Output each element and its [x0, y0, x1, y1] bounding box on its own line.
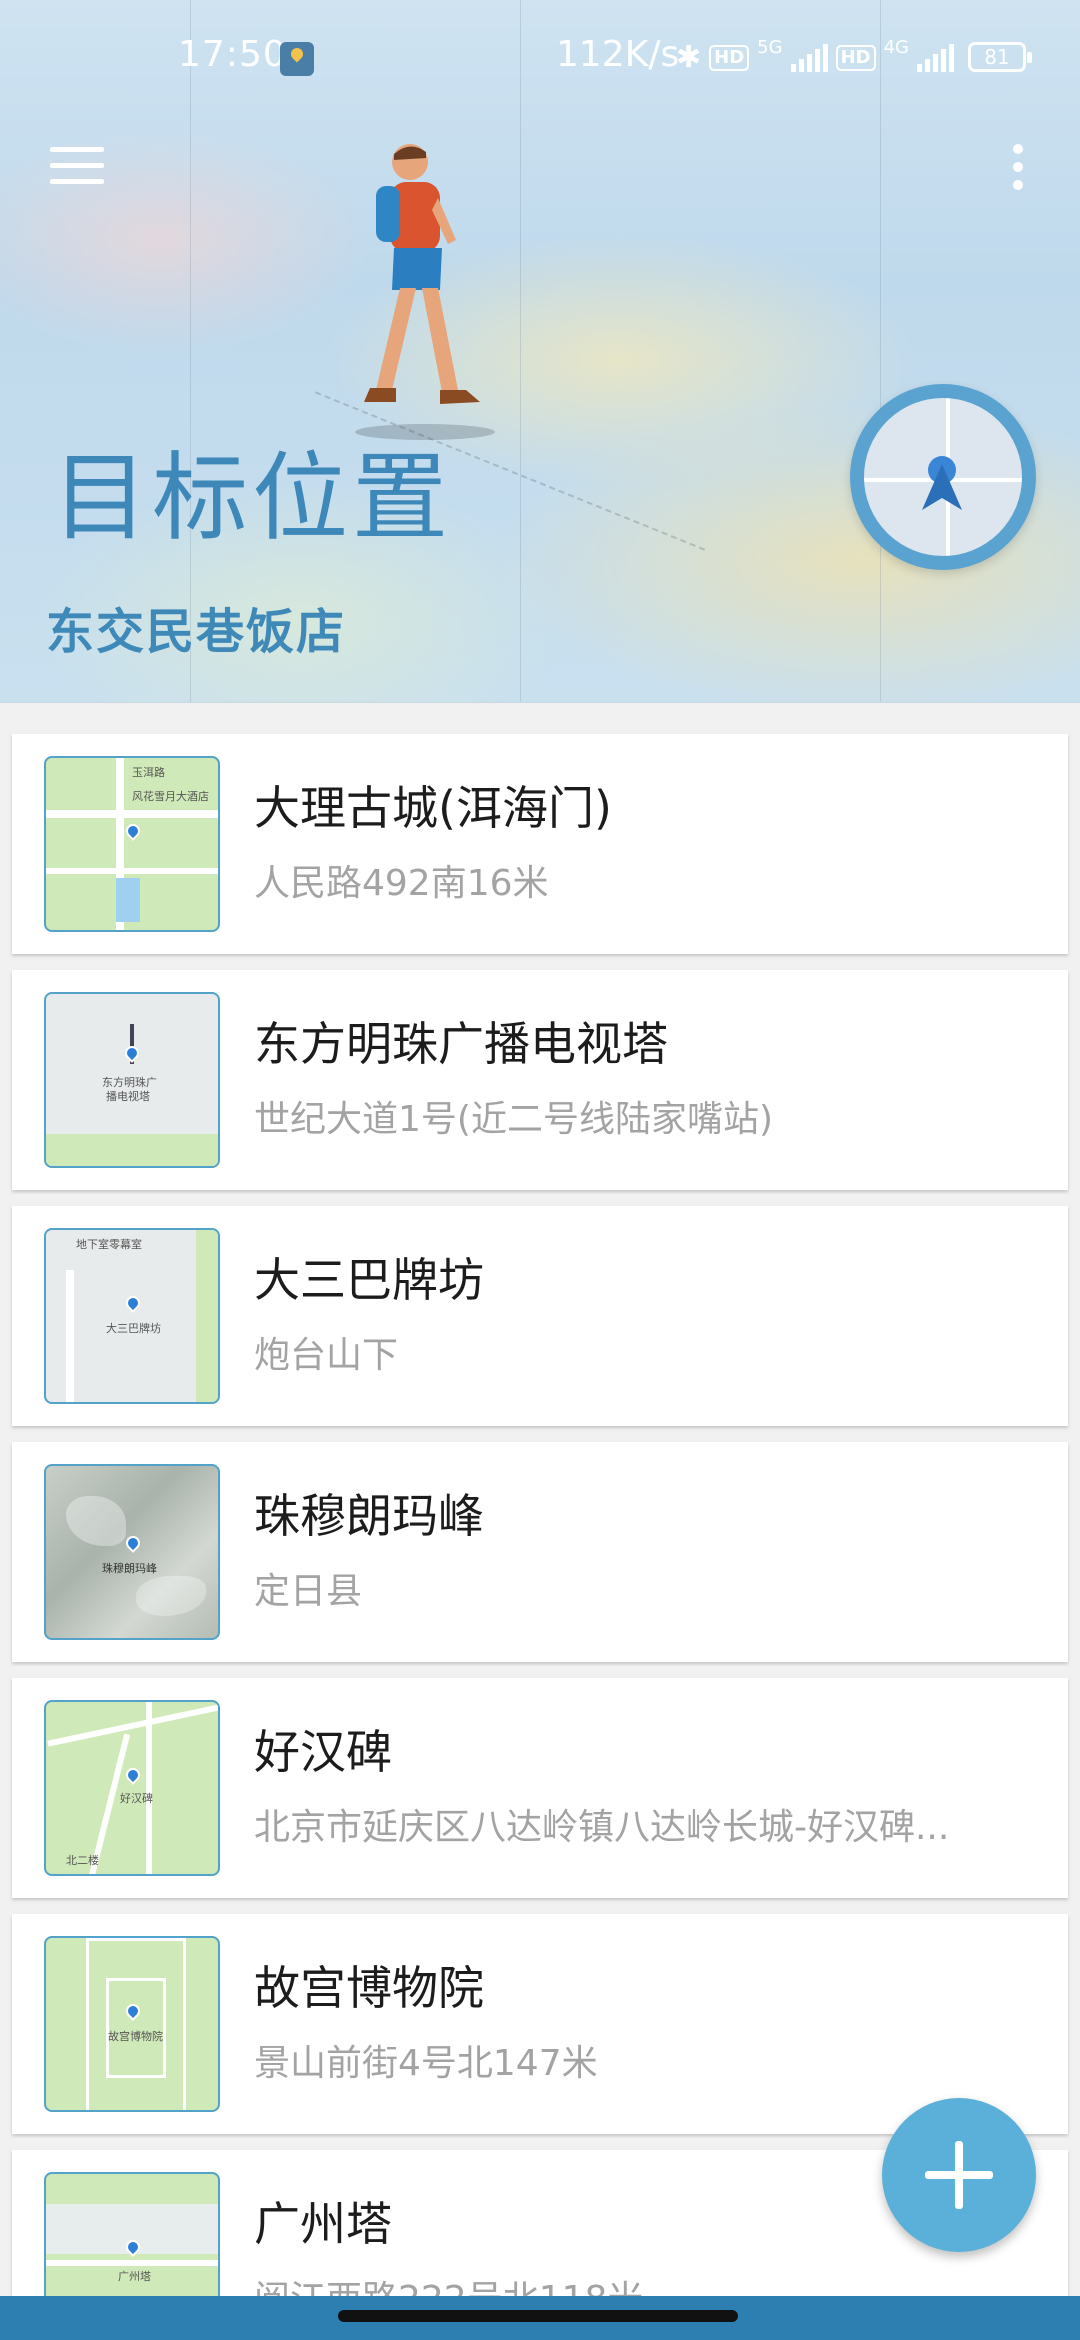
place-name: 故宫博物院 — [254, 1961, 484, 2015]
place-address: 北京市延庆区八达岭镇八达岭长城-好汉碑... — [254, 1807, 950, 1848]
app-screen: 17:50 112K/s ✱ HD 5G HD 4G 81 目标位置 东交民巷饭… — [0, 0, 1080, 2340]
battery-icon: 81 — [968, 42, 1032, 72]
map-gridline — [880, 0, 881, 702]
map-thumbnail: 故宫博物院 — [44, 1936, 220, 2112]
home-indicator[interactable] — [338, 2310, 738, 2322]
traveler-figurine-image — [355, 144, 495, 440]
place-address: 世纪大道1号(近二号线陆家嘴站) — [254, 1099, 773, 1140]
page-title: 目标位置 — [52, 442, 452, 554]
place-card[interactable]: 玉洱路 风花雪月大酒店 大理古城(洱海门) 人民路492南16米 — [12, 734, 1068, 954]
target-location-name: 东交民巷饭店 — [46, 604, 347, 660]
place-card[interactable]: 好汉碑 北二楼 好汉碑 北京市延庆区八达岭镇八达岭长城-好汉碑... — [12, 1678, 1068, 1898]
hd-badge: HD — [709, 44, 750, 71]
bluetooth-icon: ✱ — [676, 40, 702, 75]
place-address: 人民路492南16米 — [254, 863, 549, 904]
map-thumbnail: 东方明珠广 播电视塔 — [44, 992, 220, 1168]
map-thumbnail: 地下室零幕室 大三巴牌坊 — [44, 1228, 220, 1404]
status-icons: ✱ HD 5G HD 4G — [676, 37, 954, 75]
add-location-button[interactable] — [882, 2098, 1036, 2252]
place-card[interactable]: 东方明珠广 播电视塔 东方明珠广播电视塔 世纪大道1号(近二号线陆家嘴站) — [12, 970, 1068, 1190]
header-banner: 17:50 112K/s ✱ HD 5G HD 4G 81 目标位置 东交民巷饭… — [0, 0, 1080, 703]
target-minimap-button[interactable] — [850, 384, 1036, 570]
status-bar: 17:50 112K/s ✱ HD 5G HD 4G 81 — [0, 34, 1080, 86]
place-name: 大理古城(洱海门) — [254, 781, 612, 835]
place-address: 定日县 — [254, 1571, 363, 1612]
place-address: 景山前街4号北147米 — [254, 2043, 598, 2084]
more-options-icon[interactable] — [1006, 142, 1030, 192]
map-gridline — [520, 0, 521, 702]
network-type: 5G — [757, 37, 783, 58]
map-thumbnail: 好汉碑 北二楼 — [44, 1700, 220, 1876]
place-address: 炮台山下 — [254, 1335, 399, 1376]
place-name: 珠穆朗玛峰 — [254, 1489, 484, 1543]
hd-badge: HD — [835, 44, 876, 71]
map-thumbnail: 珠穆朗玛峰 — [44, 1464, 220, 1640]
place-name: 广州塔 — [254, 2197, 392, 2251]
network-type: 4G — [883, 37, 909, 58]
place-name: 好汉碑 — [254, 1725, 392, 1779]
map-thumbnail: 玉洱路 风花雪月大酒店 — [44, 756, 220, 932]
network-speed: 112K/s — [556, 34, 680, 75]
place-name: 大三巴牌坊 — [254, 1253, 484, 1307]
menu-icon[interactable] — [50, 145, 104, 187]
location-status-icon — [280, 42, 314, 76]
place-card[interactable]: 故宫博物院 故宫博物院 景山前街4号北147米 — [12, 1914, 1068, 2134]
navigation-arrow-icon — [922, 456, 962, 510]
signal-icon — [790, 43, 828, 72]
places-list: 玉洱路 风花雪月大酒店 大理古城(洱海门) 人民路492南16米 东方明珠广 播… — [12, 734, 1068, 2340]
place-name: 东方明珠广播电视塔 — [254, 1017, 668, 1071]
signal-icon — [916, 43, 954, 72]
place-card[interactable]: 珠穆朗玛峰 珠穆朗玛峰 定日县 — [12, 1442, 1068, 1662]
status-time: 17:50 — [178, 34, 287, 75]
place-card[interactable]: 地下室零幕室 大三巴牌坊 大三巴牌坊 炮台山下 — [12, 1206, 1068, 1426]
